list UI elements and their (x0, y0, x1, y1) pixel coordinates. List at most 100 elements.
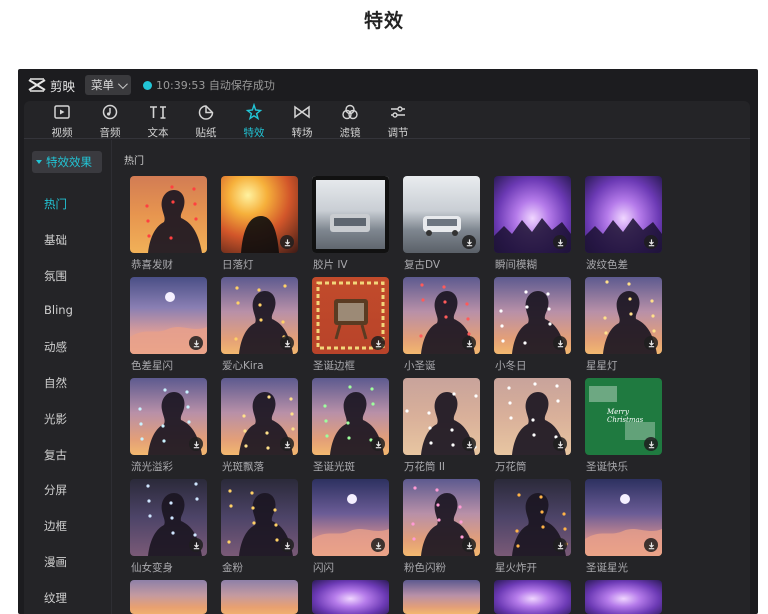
sidebar-item-6[interactable]: 光影 (44, 411, 67, 427)
download-icon[interactable] (644, 235, 658, 249)
effect-tile[interactable] (221, 580, 298, 614)
sidebar-header-label: 特效效果 (46, 155, 92, 169)
effect-name: 仙女变身 (131, 562, 173, 574)
toolbar-tab-label: 转场 (291, 127, 313, 139)
toolbar-tab-3[interactable]: 贴纸 (182, 103, 230, 139)
sparkle-effects-icon (244, 102, 264, 125)
effect-name: 爱心Kira (222, 360, 264, 372)
effect-tile[interactable] (403, 378, 480, 455)
effect-name: 圣诞边框 (313, 360, 355, 372)
effect-tile[interactable] (221, 176, 298, 253)
effect-tile[interactable] (312, 176, 389, 253)
download-icon[interactable] (462, 437, 476, 451)
effect-name: 圣诞光斑 (313, 461, 355, 473)
download-icon[interactable] (462, 538, 476, 552)
download-icon[interactable] (189, 538, 203, 552)
effect-tile[interactable] (312, 479, 389, 556)
download-icon[interactable] (280, 437, 294, 451)
toolbar-tab-5[interactable]: 转场 (278, 103, 326, 139)
download-icon[interactable] (553, 437, 567, 451)
sidebar-item-11[interactable]: 纹理 (44, 590, 67, 606)
effect-tile[interactable] (130, 277, 207, 354)
effect-tile[interactable]: Merry Christmas (585, 378, 662, 455)
toolbar-tab-0[interactable]: 视频 (38, 103, 86, 139)
effect-tile[interactable] (494, 277, 571, 354)
effect-tile[interactable] (312, 277, 389, 354)
merry-christmas-caption: Merry Christmas (607, 408, 643, 424)
sidebar-item-2[interactable]: 氛围 (44, 268, 67, 284)
sidebar-header-effects[interactable]: 特效效果 (32, 151, 102, 173)
effect-name: 日落灯 (222, 259, 254, 271)
toolbar-tab-4[interactable]: 特效 (230, 102, 278, 139)
download-icon[interactable] (280, 235, 294, 249)
menu-label: 菜单 (91, 78, 115, 92)
effect-tile[interactable] (403, 479, 480, 556)
sidebar-item-4[interactable]: 动感 (44, 339, 67, 355)
effect-name: 星星灯 (586, 360, 618, 372)
effect-name: 波纹色差 (586, 259, 628, 271)
effect-tile[interactable] (585, 176, 662, 253)
download-icon[interactable] (280, 538, 294, 552)
download-icon[interactable] (371, 538, 385, 552)
effect-tile[interactable] (494, 176, 571, 253)
sidebar-item-8[interactable]: 分屏 (44, 482, 67, 498)
effect-tile[interactable] (221, 479, 298, 556)
sidebar-item-3[interactable]: Bling (44, 303, 73, 317)
effect-name: 流光溢彩 (131, 461, 173, 473)
title-bar: 剪映 菜单 10:39:53 自动保存成功 (18, 69, 758, 101)
effect-tile[interactable] (494, 580, 571, 614)
effect-name: 圣诞星光 (586, 562, 628, 574)
effect-name: 粉色闪粉 (404, 562, 446, 574)
toolbar-tab-label: 滤镜 (339, 127, 361, 139)
effect-tile[interactable] (130, 580, 207, 614)
download-icon[interactable] (280, 336, 294, 350)
effect-tile[interactable] (221, 378, 298, 455)
download-icon[interactable] (371, 437, 385, 451)
download-icon[interactable] (553, 336, 567, 350)
effect-tile[interactable] (130, 176, 207, 253)
sidebar-item-5[interactable]: 自然 (44, 375, 67, 391)
sidebar-item-1[interactable]: 基础 (44, 232, 67, 248)
download-icon[interactable] (644, 336, 658, 350)
toolbar-tab-label: 文本 (147, 127, 169, 139)
effect-name: 星火炸开 (495, 562, 537, 574)
caption-line: Merry (607, 408, 629, 416)
download-icon[interactable] (644, 437, 658, 451)
transition-bowtie-icon (292, 103, 312, 125)
effect-tile[interactable] (403, 176, 480, 253)
toolbar-tab-1[interactable]: 音频 (86, 103, 134, 139)
download-icon[interactable] (553, 538, 567, 552)
sidebar-item-7[interactable]: 复古 (44, 447, 67, 463)
download-icon[interactable] (462, 336, 476, 350)
effect-tile[interactable] (585, 479, 662, 556)
autosave-status: 10:39:53 自动保存成功 (156, 79, 275, 92)
effect-name: 万花筒 (495, 461, 527, 473)
effect-tile[interactable] (585, 580, 662, 614)
toolbar-tab-2[interactable]: 文本 (134, 103, 182, 139)
toolbar-tab-7[interactable]: 调节 (374, 103, 422, 139)
download-icon[interactable] (189, 437, 203, 451)
sidebar-item-0[interactable]: 热门 (44, 196, 67, 212)
effect-tile[interactable] (494, 378, 571, 455)
effect-tile[interactable] (221, 277, 298, 354)
download-icon[interactable] (644, 538, 658, 552)
effect-tile[interactable] (312, 378, 389, 455)
cloud-saved-icon (143, 80, 153, 90)
effect-tile[interactable] (130, 479, 207, 556)
sidebar-item-9[interactable]: 边框 (44, 518, 67, 534)
effect-tile[interactable] (130, 378, 207, 455)
menu-button[interactable]: 菜单 (85, 75, 132, 95)
app-name: 剪映 (50, 78, 76, 94)
effect-tile[interactable] (312, 580, 389, 614)
sidebar-item-10[interactable]: 漫画 (44, 554, 67, 570)
effect-tile[interactable] (403, 580, 480, 614)
effect-tile[interactable] (403, 277, 480, 354)
download-icon[interactable] (553, 235, 567, 249)
effect-tile[interactable] (585, 277, 662, 354)
category-toolbar: 视频 音频 文本 贴纸 特效 转场 滤镜 调节 (24, 101, 750, 139)
toolbar-tab-6[interactable]: 滤镜 (326, 103, 374, 139)
download-icon[interactable] (462, 235, 476, 249)
effect-tile[interactable] (494, 479, 571, 556)
download-icon[interactable] (371, 336, 385, 350)
download-icon[interactable] (189, 336, 203, 350)
